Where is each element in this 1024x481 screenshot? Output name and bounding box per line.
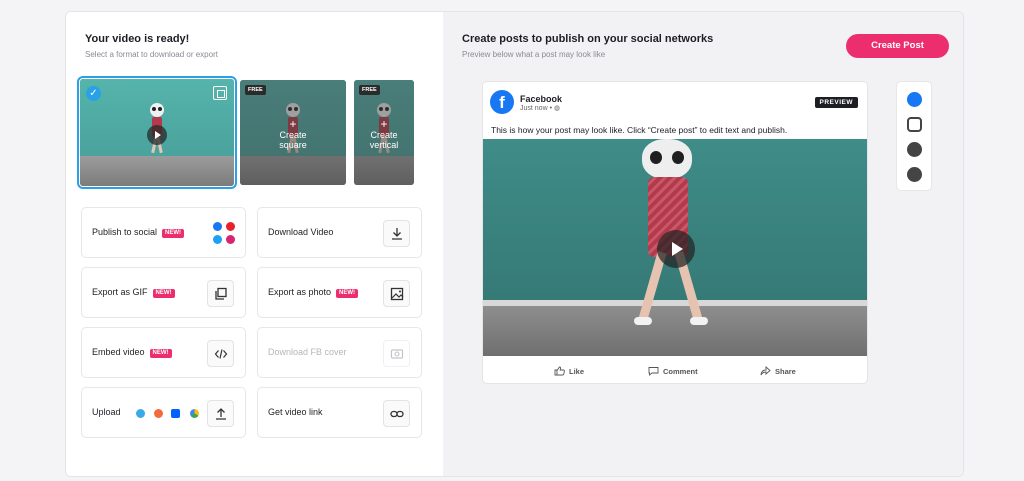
create-vertical-label: + Create vertical [354, 118, 414, 150]
fb-cover-icon [383, 340, 410, 367]
export-photo-button[interactable]: Export as photo NEW! [257, 267, 422, 318]
format-original-thumbnail[interactable]: ✓ [77, 76, 237, 189]
youtube-icon [226, 222, 235, 231]
globe-icon: ◍ [553, 105, 561, 112]
download-fb-cover-button[interactable]: Download FB cover [257, 327, 422, 378]
twitter-icon [213, 235, 222, 244]
photo-icon [383, 280, 410, 307]
preview-badge: PREVIEW [814, 97, 858, 108]
new-badge: NEW! [149, 348, 172, 358]
thumbs-up-icon [554, 366, 565, 376]
instagram-icon [226, 235, 235, 244]
fullscreen-icon[interactable] [213, 86, 227, 100]
facebook-icon[interactable] [907, 92, 922, 107]
gif-stack-icon [207, 280, 234, 307]
download-video-button[interactable]: Download Video [257, 207, 422, 258]
vimeo-icon [136, 409, 145, 418]
upload-button[interactable]: Upload [81, 387, 246, 438]
plus-icon: + [380, 117, 388, 131]
panel-subtitle: Preview below what a post may look like [462, 50, 606, 59]
post-text: This is how your post may look like. Cli… [491, 125, 788, 135]
post-time: Just now • ◍ [520, 105, 561, 112]
dropbox-icon [171, 409, 180, 418]
download-icon [383, 220, 410, 247]
comment-action: Comment [648, 366, 698, 376]
google-drive-icon [190, 409, 199, 418]
post-video[interactable] [483, 139, 867, 356]
comment-icon [648, 367, 659, 376]
social-post-panel: Create posts to publish on your social n… [443, 12, 963, 476]
panel-title: Your video is ready! [85, 33, 190, 45]
post-actions-bar: Like Comment Share [483, 358, 867, 383]
new-badge: NEW! [336, 288, 359, 298]
facebook-icon [213, 222, 222, 231]
upload-icon [207, 400, 234, 427]
free-badge: FREE [359, 85, 380, 95]
fb-cover-label: Download FB cover [268, 347, 347, 357]
new-badge: NEW! [162, 228, 185, 238]
link-label: Get video link [268, 407, 323, 417]
embed-label: Embed video [92, 347, 145, 357]
share-action: Share [760, 366, 796, 376]
facebook-post-preview: f Facebook Just now • ◍ PREVIEW This is … [482, 81, 868, 384]
format-vertical-thumbnail[interactable]: FREE + Create vertical [354, 80, 414, 185]
instagram-icon[interactable] [907, 117, 922, 132]
youtube-icon[interactable] [907, 142, 922, 157]
publish-to-social-button[interactable]: Publish to social NEW! [81, 207, 246, 258]
export-panel: Your video is ready! Select a format to … [66, 12, 443, 476]
panel-title: Create posts to publish on your social n… [462, 33, 714, 45]
gif-label: Export as GIF [92, 287, 148, 297]
panel-subtitle: Select a format to download or export [85, 50, 218, 59]
publish-label: Publish to social [92, 227, 158, 237]
selected-check-icon: ✓ [86, 86, 101, 101]
get-video-link-button[interactable]: Get video link [257, 387, 422, 438]
download-label: Download Video [268, 227, 334, 237]
plus-icon: + [289, 117, 297, 131]
export-gif-button[interactable]: Export as GIF NEW! [81, 267, 246, 318]
free-badge: FREE [245, 85, 266, 95]
facebook-logo-icon: f [490, 90, 514, 114]
new-badge: NEW! [152, 288, 175, 298]
photo-label: Export as photo [268, 287, 332, 297]
code-icon [207, 340, 234, 367]
export-dialog: Your video is ready! Select a format to … [65, 11, 964, 477]
link-icon [383, 400, 410, 427]
upload-label: Upload [92, 407, 121, 417]
create-post-button[interactable]: Create Post [846, 34, 949, 58]
like-action: Like [554, 366, 584, 376]
share-icon [760, 366, 771, 376]
play-icon[interactable] [147, 124, 167, 145]
twitter-icon[interactable] [907, 167, 922, 182]
page-name: Facebook [520, 94, 563, 104]
create-square-label: + Create square [240, 118, 346, 150]
network-switcher [896, 81, 932, 191]
format-square-thumbnail[interactable]: FREE + Create square [240, 80, 346, 185]
play-icon[interactable] [657, 230, 695, 268]
embed-video-button[interactable]: Embed video NEW! [81, 327, 246, 378]
hubspot-icon [154, 409, 163, 418]
